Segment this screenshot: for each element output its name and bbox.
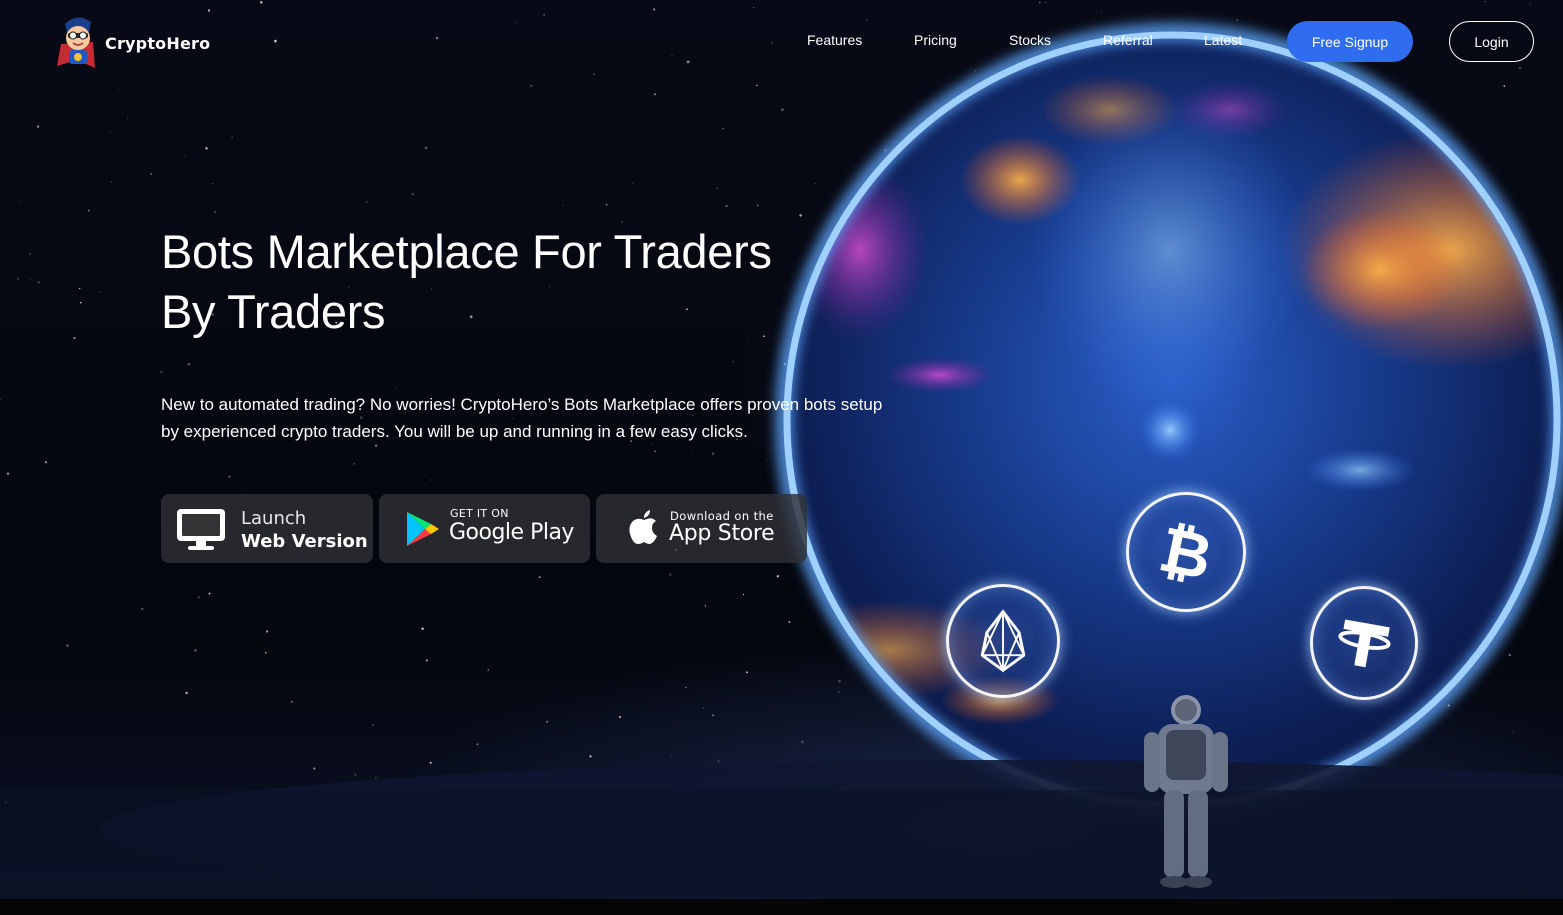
app-store-button[interactable]: Download on the App Store bbox=[596, 494, 807, 563]
nav-features[interactable]: Features bbox=[807, 32, 862, 48]
nav-stocks[interactable]: Stocks bbox=[1009, 32, 1051, 48]
page-bottom-edge bbox=[0, 899, 1563, 915]
free-signup-button[interactable]: Free Signup bbox=[1287, 21, 1413, 62]
eos-icon bbox=[980, 609, 1026, 673]
headline-line-2: By Traders bbox=[161, 285, 386, 338]
tether-coin bbox=[1310, 586, 1418, 700]
web-version-label: Web Version bbox=[241, 531, 368, 552]
bitcoin-icon: ₿ bbox=[1153, 512, 1218, 594]
google-play-label: Google Play bbox=[449, 520, 574, 545]
eos-coin bbox=[946, 584, 1060, 698]
brand-logo[interactable]: CryptoHero bbox=[55, 14, 210, 72]
bitcoin-coin: ₿ bbox=[1126, 492, 1246, 612]
nav-pricing[interactable]: Pricing bbox=[914, 32, 957, 48]
launch-label: Launch bbox=[241, 508, 307, 529]
app-store-label: App Store bbox=[669, 521, 775, 546]
headline-line-1: Bots Marketplace For Traders bbox=[161, 225, 772, 278]
tether-icon bbox=[1338, 619, 1391, 668]
monitor-icon bbox=[177, 509, 225, 550]
astronaut-figure bbox=[1144, 695, 1228, 888]
hero-mascot-icon bbox=[57, 17, 95, 68]
login-button[interactable]: Login bbox=[1449, 21, 1534, 62]
apple-icon bbox=[629, 510, 657, 544]
google-play-button[interactable]: GET IT ON Google Play bbox=[379, 494, 590, 563]
nav-referral[interactable]: Referral bbox=[1103, 32, 1153, 48]
get-it-on-label: GET IT ON bbox=[450, 507, 509, 520]
brand-name: CryptoHero bbox=[105, 33, 211, 53]
svg-text:₿: ₿ bbox=[1153, 512, 1218, 594]
nav-latest[interactable]: Latest bbox=[1204, 32, 1242, 48]
launch-web-version-button[interactable]: Launch Web Version bbox=[161, 494, 373, 563]
google-play-icon bbox=[407, 512, 439, 546]
hero-headline: Bots Marketplace For Traders By Traders bbox=[161, 222, 861, 342]
hero-description: New to automated trading? No worries! Cr… bbox=[161, 395, 883, 441]
space-portal bbox=[0, 23, 1563, 900]
